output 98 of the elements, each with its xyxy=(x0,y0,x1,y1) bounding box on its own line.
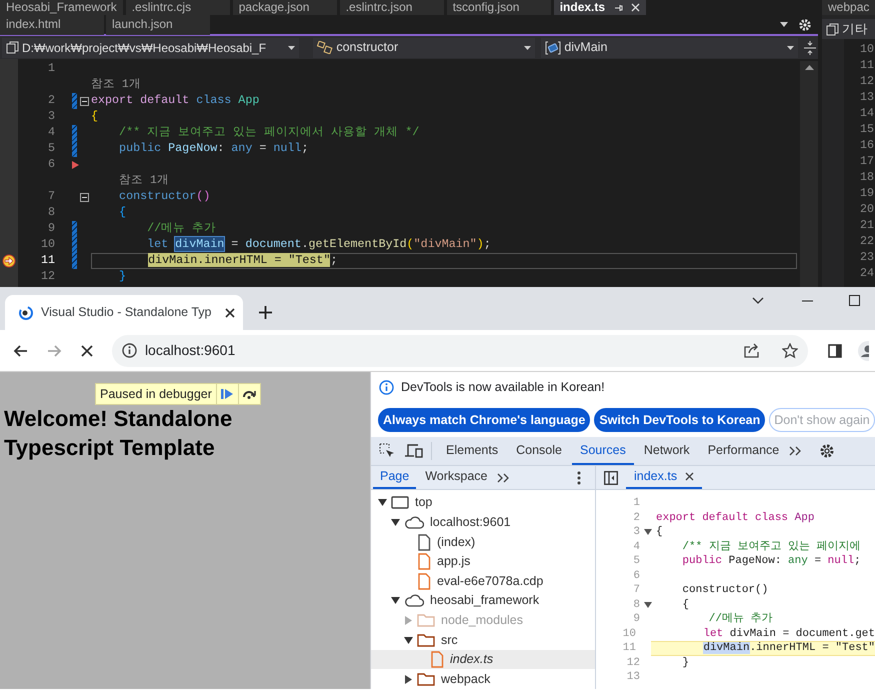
code-line: constructor() xyxy=(681,583,768,598)
line-number: 12 xyxy=(626,656,640,671)
tree-item[interactable]: localhost:9601 xyxy=(371,512,595,532)
devtools-tab[interactable]: Network xyxy=(636,437,698,466)
language-option-button[interactable]: Switch DevTools to Korean xyxy=(594,408,766,432)
category-dropdown[interactable]: 기타 xyxy=(822,19,875,39)
line-number: 14 xyxy=(858,105,875,121)
navigator-tab[interactable]: Workspace xyxy=(418,466,494,490)
code-line: divMain.innerHTML = "Test" xyxy=(702,641,875,656)
code-line: { xyxy=(118,204,126,222)
line-number: 3 xyxy=(632,525,640,540)
devtools-tab[interactable]: Console xyxy=(508,437,570,466)
line-number: 9 xyxy=(46,220,55,238)
devtools-tab[interactable]: Performance xyxy=(700,437,788,466)
line-number: 11 xyxy=(40,252,55,270)
language-option-button[interactable]: Always match Chrome's language xyxy=(378,408,590,432)
tree-item[interactable]: eval-e6e7078a.cdp xyxy=(371,571,595,592)
code-line: } xyxy=(118,268,126,286)
line-number: 12 xyxy=(858,73,875,89)
editor-tab[interactable]: .eslintrc.cjs xyxy=(126,0,230,15)
line-number: 12 xyxy=(40,268,55,286)
line-number: 15 xyxy=(858,121,875,137)
project-dropdown[interactable]: D:₩work₩project₩vs₩Heosabi₩Heosabi_F xyxy=(2,38,300,58)
code-line: //메뉴 추가 xyxy=(146,220,216,238)
line-number: 9 xyxy=(632,612,640,628)
line-number: 19 xyxy=(858,185,875,201)
tree-item[interactable]: app.js xyxy=(371,552,595,572)
notice-text: DevTools is now available in Korean! xyxy=(401,379,605,396)
code-line: constructor() xyxy=(118,188,210,206)
line-number: 17 xyxy=(858,153,875,169)
line-number: 22 xyxy=(858,233,875,249)
line-number: 13 xyxy=(626,670,640,686)
line-number: 11 xyxy=(858,57,875,73)
devtools-tab[interactable]: Elements xyxy=(438,437,506,466)
line-number: 16 xyxy=(858,137,875,153)
codelens-reference[interactable]: 참조 1개 xyxy=(91,76,141,94)
line-number: 7 xyxy=(632,583,640,598)
navigator-tab[interactable]: Page xyxy=(373,466,416,490)
line-number: 4 xyxy=(632,540,640,555)
code-line: { xyxy=(681,598,690,613)
line-number: 18 xyxy=(858,169,875,185)
line-number: 6 xyxy=(46,156,55,174)
code-line: /** 지금 보여주고 있는 페이지에 xyxy=(681,540,861,555)
line-number: 23 xyxy=(858,249,875,265)
symbol-dropdown[interactable]: divMain xyxy=(541,38,798,58)
line-number: 1 xyxy=(632,496,640,512)
code-line: } xyxy=(681,656,690,671)
tree-item[interactable]: src xyxy=(371,630,595,650)
code-line: let divMain = document.get xyxy=(702,626,875,642)
tree-item[interactable]: index.ts xyxy=(371,650,595,670)
line-number: 10 xyxy=(858,41,875,57)
line-number: 5 xyxy=(632,554,640,570)
tree-item[interactable]: webpack xyxy=(371,669,595,689)
page-heading: Welcome! Standalone Typescript Template xyxy=(4,405,234,462)
address-bar[interactable]: localhost:9601 xyxy=(112,334,808,366)
browser-tab[interactable]: Visual Studio - Standalone Typ xyxy=(5,295,243,330)
editor-tab[interactable]: package.json xyxy=(232,0,337,15)
line-number: 7 xyxy=(46,188,55,206)
code-line: let divMain = document.getElementById("divMain"); xyxy=(146,236,491,254)
line-number: 3 xyxy=(46,108,55,126)
file-tab[interactable]: index.ts xyxy=(626,466,702,490)
member-dropdown[interactable]: constructor xyxy=(313,38,536,58)
code-line: export default class App xyxy=(656,510,814,526)
editor-tab[interactable]: tsconfig.json xyxy=(446,0,551,15)
line-number: 10 xyxy=(622,626,636,642)
code-line: //메뉴 추가 xyxy=(708,612,773,628)
line-number: 20 xyxy=(858,201,875,217)
line-number: 4 xyxy=(46,124,55,142)
code-line: divMain.innerHTML = "Test"; xyxy=(147,252,338,270)
code-line: /** 지금 보여주고 있는 페이지에서 사용할 개체 */ xyxy=(118,124,420,142)
editor-tab[interactable]: launch.json xyxy=(106,14,210,34)
editor-tab[interactable]: .eslintrc.json xyxy=(340,0,444,15)
tree-item[interactable]: heosabi_framework xyxy=(371,591,595,611)
panel-tab[interactable]: webpac xyxy=(822,0,875,15)
code-line: export default class App xyxy=(91,92,260,110)
editor-tab[interactable]: index.html xyxy=(0,14,104,34)
code-line: public PageNow: any = null; xyxy=(118,140,308,158)
line-number: 6 xyxy=(632,568,640,584)
line-number: 11 xyxy=(622,641,636,656)
line-number: 2 xyxy=(46,92,55,110)
tree-item[interactable]: top xyxy=(371,493,595,513)
editor-tab[interactable]: Heosabi_Framework xyxy=(0,0,123,15)
code-line: { xyxy=(91,108,98,126)
tree-item[interactable]: (index) xyxy=(371,532,595,552)
code-line: public PageNow: any = null; xyxy=(681,554,861,570)
editor-tab[interactable]: index.ts xyxy=(554,0,646,15)
codelens-reference[interactable]: 참조 1개 xyxy=(119,172,169,190)
line-number: 8 xyxy=(46,204,55,222)
line-number: 1 xyxy=(46,60,55,78)
line-number: 8 xyxy=(632,598,640,613)
line-number: 5 xyxy=(46,140,55,158)
line-number: 21 xyxy=(858,217,875,233)
line-number: 24 xyxy=(858,265,875,281)
debugger-paused-banner: Paused in debugger xyxy=(95,383,261,405)
line-number: 2 xyxy=(632,510,640,526)
code-line: { xyxy=(656,525,663,540)
line-number: 13 xyxy=(858,89,875,105)
line-number: 10 xyxy=(40,236,55,254)
